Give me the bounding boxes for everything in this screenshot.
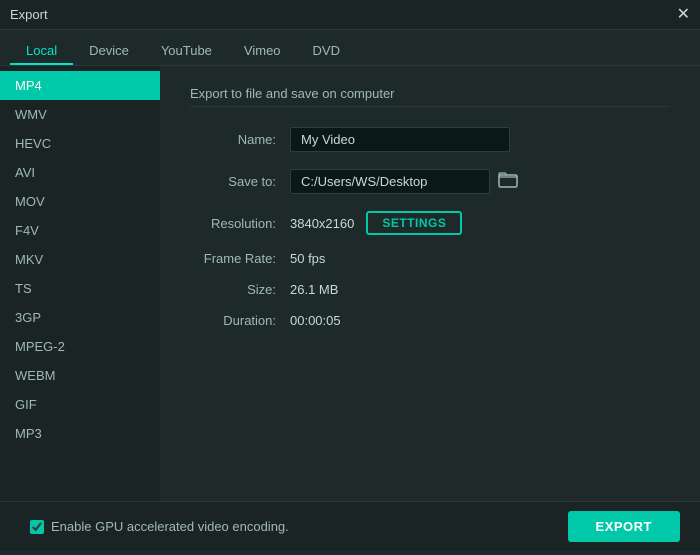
sidebar-item-webm[interactable]: WEBM <box>0 361 160 390</box>
frame-rate-value: 50 fps <box>290 251 325 266</box>
tab-dvd[interactable]: DVD <box>297 38 356 65</box>
save-to-row: Save to: <box>190 168 670 195</box>
window-title: Export <box>10 7 48 22</box>
path-row <box>290 168 520 195</box>
browse-folder-button[interactable] <box>496 168 520 195</box>
resolution-label: Resolution: <box>190 216 290 231</box>
gpu-encoding-label: Enable GPU accelerated video encoding. <box>51 519 289 534</box>
sidebar-item-ts[interactable]: TS <box>0 274 160 303</box>
sidebar-item-mkv[interactable]: MKV <box>0 245 160 274</box>
resolution-value-row: 3840x2160 SETTINGS <box>290 211 462 235</box>
resolution-value: 3840x2160 <box>290 216 354 231</box>
tab-device[interactable]: Device <box>73 38 145 65</box>
sidebar-item-wmv[interactable]: WMV <box>0 100 160 129</box>
sidebar-item-mov[interactable]: MOV <box>0 187 160 216</box>
tab-bar: Local Device YouTube Vimeo DVD <box>0 30 700 66</box>
sidebar-item-f4v[interactable]: F4V <box>0 216 160 245</box>
close-button[interactable]: ✕ <box>677 7 690 23</box>
size-row: Size: 26.1 MB <box>190 282 670 297</box>
tab-vimeo[interactable]: Vimeo <box>228 38 297 65</box>
main-content: MP4 WMV HEVC AVI MOV F4V MKV TS 3GP MPEG… <box>0 66 700 501</box>
export-button[interactable]: EXPORT <box>568 511 680 542</box>
title-bar: Export ✕ <box>0 0 700 30</box>
sidebar-item-avi[interactable]: AVI <box>0 158 160 187</box>
section-title: Export to file and save on computer <box>190 86 670 107</box>
duration-value: 00:00:05 <box>290 313 341 328</box>
settings-button[interactable]: SETTINGS <box>366 211 462 235</box>
size-value: 26.1 MB <box>290 282 338 297</box>
sidebar-item-mp4[interactable]: MP4 <box>0 71 160 100</box>
export-settings-panel: Export to file and save on computer Name… <box>160 66 700 501</box>
sidebar-item-mpeg2[interactable]: MPEG-2 <box>0 332 160 361</box>
gpu-encoding-checkbox[interactable] <box>30 520 44 534</box>
name-input[interactable] <box>290 127 510 152</box>
name-label: Name: <box>190 132 290 147</box>
sidebar-item-3gp[interactable]: 3GP <box>0 303 160 332</box>
tab-local[interactable]: Local <box>10 38 73 65</box>
tab-youtube[interactable]: YouTube <box>145 38 228 65</box>
resolution-row: Resolution: 3840x2160 SETTINGS <box>190 211 670 235</box>
gpu-encoding-row: Enable GPU accelerated video encoding. <box>30 519 289 534</box>
frame-rate-row: Frame Rate: 50 fps <box>190 251 670 266</box>
sidebar-item-mp3[interactable]: MP3 <box>0 419 160 448</box>
name-row: Name: <box>190 127 670 152</box>
duration-label: Duration: <box>190 313 290 328</box>
duration-row: Duration: 00:00:05 <box>190 313 670 328</box>
size-label: Size: <box>190 282 290 297</box>
save-path-input[interactable] <box>290 169 490 194</box>
sidebar-item-gif[interactable]: GIF <box>0 390 160 419</box>
frame-rate-label: Frame Rate: <box>190 251 290 266</box>
sidebar-item-hevc[interactable]: HEVC <box>0 129 160 158</box>
save-to-label: Save to: <box>190 174 290 189</box>
format-sidebar: MP4 WMV HEVC AVI MOV F4V MKV TS 3GP MPEG… <box>0 66 160 501</box>
folder-icon <box>498 170 518 188</box>
footer: Enable GPU accelerated video encoding. E… <box>0 501 700 551</box>
